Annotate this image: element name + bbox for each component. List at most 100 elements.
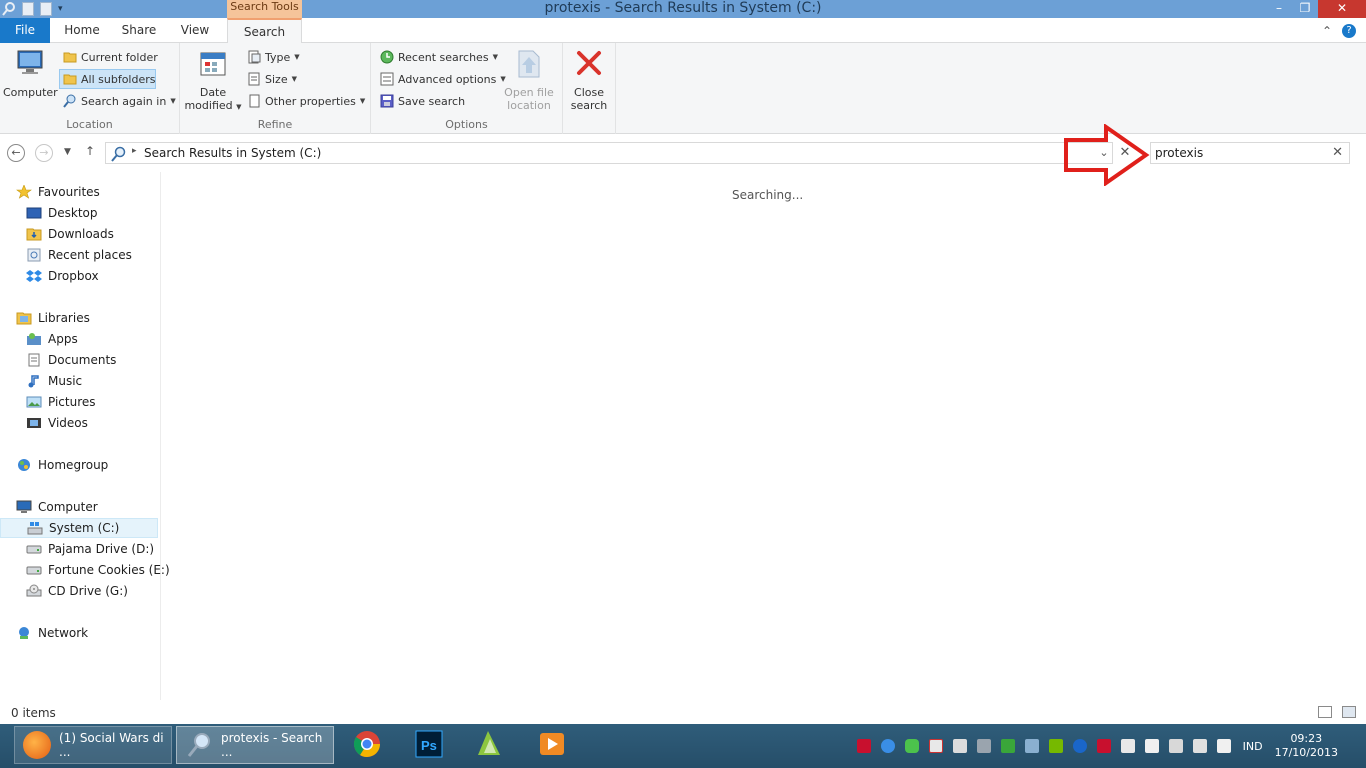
sidebar-item-fortune-cookies[interactable]: Fortune Cookies (E:) [0, 560, 170, 580]
search-icon [187, 733, 210, 757]
hard-drive-icon [26, 566, 42, 575]
sync-tray-icon[interactable] [1000, 739, 1015, 753]
system-tray: IND 09:23 17/10/2013 [856, 724, 1366, 768]
dropdown-arrow-icon: ▼ [170, 97, 176, 105]
document-icon [249, 94, 260, 108]
power-icon[interactable] [880, 739, 895, 753]
tab-home[interactable]: Home [62, 18, 102, 43]
file-size-icon [248, 72, 260, 86]
close-search-group: Close search [563, 43, 616, 134]
sidebar-item-apps[interactable]: Apps [0, 329, 158, 349]
large-icons-view-icon[interactable] [1342, 706, 1356, 718]
address-bar[interactable]: ▸ Search Results in System (C:) [105, 142, 1113, 164]
all-subfolders-button[interactable]: All subfolders [59, 69, 156, 89]
close-red-x-icon [577, 51, 601, 75]
monitor-tray-icon[interactable] [976, 739, 991, 753]
clock[interactable]: 09:23 17/10/2013 [1275, 732, 1338, 760]
sidebar-item-libraries[interactable]: Libraries [0, 308, 158, 328]
sidebar-item-network[interactable]: Network [0, 623, 158, 643]
other-properties-button[interactable]: Other properties ▼ [244, 91, 368, 111]
calendar-icon [200, 52, 226, 76]
details-view-icon[interactable] [1318, 706, 1332, 718]
screen-tray-icon[interactable] [1120, 739, 1135, 753]
sidebar-item-desktop[interactable]: Desktop [0, 203, 158, 223]
dropdown-arrow-icon: ▼ [291, 75, 297, 83]
navigation-bar: ← → ▼ ↑ ▸ Search Results in System (C:) … [0, 134, 1366, 172]
search-box[interactable]: ✕ [1150, 142, 1350, 164]
date-modified-button[interactable]: Date modified ▼ [184, 47, 242, 114]
adobe-reader-icon[interactable] [856, 739, 871, 753]
computer-button[interactable]: Computer [3, 47, 58, 99]
adobe-update-icon[interactable] [1096, 739, 1111, 753]
volume-icon[interactable] [1216, 739, 1231, 753]
sidebar-item-favourites[interactable]: Favourites [0, 182, 158, 202]
network-tray-icon[interactable] [1192, 739, 1207, 753]
recent-locations-dropdown[interactable]: ▼ [64, 147, 71, 157]
settings-tray-icon[interactable] [952, 739, 967, 753]
nvidia-icon[interactable] [1048, 739, 1063, 753]
taskbar-explorer[interactable]: protexis - Search ... [176, 726, 334, 764]
close-search-button[interactable]: Close search [565, 47, 613, 112]
searching-status: Searching... [732, 188, 804, 202]
breadcrumb-chevron-icon[interactable]: ▸ [132, 146, 137, 156]
sidebar-item-recent-places[interactable]: Recent places [0, 245, 158, 265]
up-button[interactable]: ↑ [85, 144, 95, 158]
network-icon [19, 627, 29, 639]
recent-searches-button[interactable]: Recent searches ▼ [377, 47, 501, 67]
battery-icon[interactable] [1168, 739, 1183, 753]
save-search-button[interactable]: Save search [377, 91, 468, 111]
input-language[interactable]: IND [1243, 740, 1263, 753]
taskbar-firefox[interactable]: (1) Social Wars di ... [14, 726, 172, 764]
browser-tray-icon[interactable] [928, 739, 943, 753]
ribbon-tabs: File Home Share View Search [0, 18, 1366, 44]
open-file-location-button[interactable]: Open file location [501, 47, 557, 112]
sidebar-item-videos[interactable]: Videos [0, 413, 158, 433]
tab-share[interactable]: Share [118, 18, 160, 43]
search-again-button[interactable]: Search again in ▼ [60, 91, 179, 111]
results-pane: Searching... [161, 172, 1366, 700]
sidebar-item-music[interactable]: Music [0, 371, 158, 391]
refine-group-label: Refine [257, 118, 293, 131]
chrome-icon[interactable] [352, 729, 382, 759]
tab-search[interactable]: Search [227, 18, 302, 44]
tab-file[interactable]: File [0, 18, 50, 43]
sidebar-item-dropbox[interactable]: Dropbox [0, 266, 158, 286]
firefox-icon [23, 731, 51, 759]
location-group-label: Location [66, 118, 113, 131]
help-icon[interactable]: ? [1342, 23, 1356, 38]
refine-group: Date modified ▼ Type ▼ Size ▼ Other prop… [180, 43, 371, 134]
green-app-icon[interactable] [474, 729, 504, 759]
advanced-options-button[interactable]: Advanced options ▼ [377, 69, 509, 89]
sidebar-item-pictures[interactable]: Pictures [0, 392, 158, 412]
current-folder-button[interactable]: Current folder [60, 47, 161, 67]
sidebar-item-system-c[interactable]: System (C:) [0, 518, 158, 538]
photoshop-icon[interactable]: Ps [414, 729, 444, 759]
minimize-button[interactable]: – [1266, 0, 1292, 18]
forward-button[interactable]: → [35, 144, 53, 162]
libraries-icon [16, 312, 32, 325]
bluetooth-icon[interactable] [1072, 739, 1087, 753]
sidebar-item-downloads[interactable]: Downloads [0, 224, 158, 244]
size-filter-button[interactable]: Size ▼ [244, 69, 300, 89]
sidebar-item-computer[interactable]: Computer [0, 497, 158, 517]
close-button[interactable]: ✕ [1318, 0, 1366, 18]
tab-view[interactable]: View [176, 18, 214, 43]
search-input[interactable] [1155, 146, 1325, 160]
check-tray-icon[interactable] [1024, 739, 1039, 753]
sidebar-item-cd-drive[interactable]: CD Drive (G:) [0, 581, 158, 601]
back-button[interactable]: ← [7, 144, 25, 162]
star-icon [16, 185, 32, 199]
music-icon [28, 375, 39, 388]
chevron-up-icon[interactable]: ⌃ [1322, 24, 1332, 38]
sidebar-item-homegroup[interactable]: Homegroup [0, 455, 158, 475]
sidebar-item-documents[interactable]: Documents [0, 350, 158, 370]
line-messenger-icon[interactable] [904, 739, 919, 753]
clear-search-icon[interactable]: ✕ [1332, 145, 1343, 160]
media-player-icon[interactable] [537, 729, 567, 759]
downloads-folder-icon [26, 228, 42, 241]
maximize-button[interactable]: ❐ [1292, 0, 1318, 18]
type-filter-button[interactable]: Type ▼ [244, 47, 303, 67]
sidebar-item-pajama-drive[interactable]: Pajama Drive (D:) [0, 539, 158, 559]
action-center-flag-icon[interactable] [1144, 739, 1159, 753]
computer-icon [16, 500, 32, 513]
